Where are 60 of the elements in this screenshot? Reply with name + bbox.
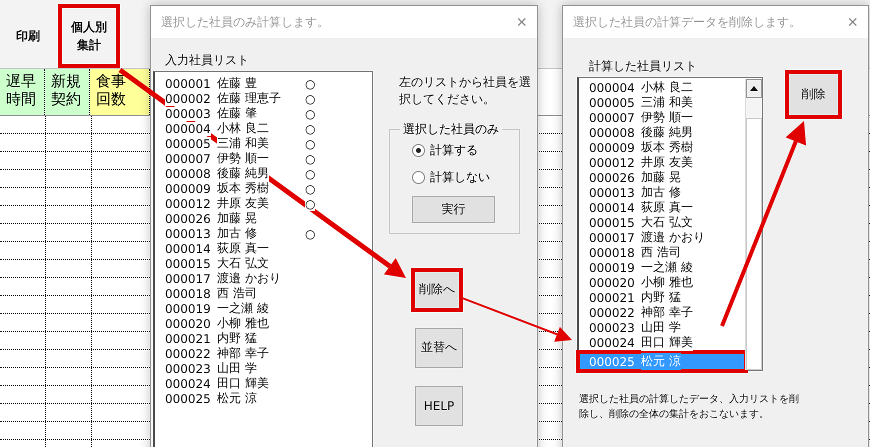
instruction-text: 左のリストから社員を選択してください。	[399, 74, 532, 108]
list-item[interactable]: 000002 佐藤 理恵子 ○	[155, 90, 372, 105]
close-button[interactable]: ×	[516, 12, 527, 32]
list-item[interactable]: 000008 後藤 純男 ○	[155, 165, 372, 180]
list-item[interactable]: 000005 三浦 和美 ○	[155, 135, 372, 150]
list-item[interactable]: 000014 荻原 真一	[155, 240, 372, 255]
description-text: 選択した社員の計算したデータ、入力リストを削除し、削除の全体の集計をおこないます。	[579, 393, 800, 422]
run-button[interactable]: 実行	[412, 196, 495, 223]
list-item[interactable]: 000024 田口 輝美	[155, 375, 372, 390]
ribbon-button[interactable]: 印刷	[4, 6, 52, 66]
list-item[interactable]: 000015 大石 弘文	[579, 214, 745, 229]
radio-label: 計算しない	[430, 168, 490, 186]
list-item[interactable]: 000013 加古 修	[579, 184, 745, 199]
list-item[interactable]: 000003 佐藤 肇 ○	[155, 105, 372, 120]
action-button[interactable]: 並替へ	[415, 328, 463, 368]
list-item[interactable]: 000017 渡邉 かおり	[579, 229, 745, 244]
list-item[interactable]: 000014 荻原 真一	[579, 199, 745, 214]
list-item[interactable]: 000021 内野 猛	[155, 330, 372, 345]
list-item[interactable]: 000005 三浦 和美	[579, 94, 745, 109]
delete-button[interactable]: 削除	[787, 72, 840, 117]
action-button[interactable]: 削除へ	[413, 270, 461, 310]
list-item[interactable]: 000020 小柳 雅也	[579, 274, 745, 289]
list-item[interactable]: 000023 山田 学	[579, 319, 745, 334]
list-item[interactable]: 000008 後藤 純男	[579, 124, 745, 139]
list-item[interactable]: 000025 松元 涼	[155, 390, 372, 405]
list-item[interactable]: 000007 伊勢 順一	[579, 109, 745, 124]
close-button[interactable]: ×	[847, 12, 858, 32]
list-item[interactable]: 000009 坂本 秀樹 ○	[155, 180, 372, 195]
window-title: 選択した社員のみ計算します。	[161, 14, 329, 30]
list-item[interactable]: 000017 渡邉 かおり	[155, 270, 372, 285]
list-item[interactable]: 000021 内野 猛	[579, 289, 745, 304]
radio-label: 計算する	[430, 142, 478, 159]
list-item[interactable]: 000015 大石 弘文	[155, 255, 372, 270]
header-cell: 新規契約	[45, 69, 90, 115]
list-item[interactable]: 000022 神部 幸子	[155, 345, 372, 360]
list-item[interactable]: 000009 坂本 秀樹	[579, 139, 745, 154]
list-item[interactable]: 000019 一之瀬 綾	[579, 259, 745, 274]
action-button[interactable]: HELP	[415, 386, 463, 426]
window-title: 選択した社員の計算データを削除します。	[573, 14, 801, 30]
header-cell: 食事回数	[90, 69, 150, 115]
list-item[interactable]: 000022 神部 幸子	[579, 304, 745, 319]
ribbon-button[interactable]: 個人別集計	[60, 6, 118, 66]
list-item[interactable]: 000020 小柳 雅也	[155, 315, 372, 330]
list-item[interactable]: 000004 小林 良二 ○	[155, 120, 372, 135]
list-label: 計算した社員リスト	[589, 58, 698, 75]
list-item[interactable]: 000004 小林 良二	[579, 79, 745, 94]
list-item[interactable]: 000007 伊勢 順一 ○	[155, 150, 372, 165]
list-item[interactable]: 000012 井原 友美 ○	[155, 195, 372, 210]
group-legend: 選択した社員のみ	[400, 120, 502, 138]
header-cell: 遅早時間	[0, 69, 45, 115]
list-item[interactable]: 000018 西 浩司	[579, 244, 745, 259]
list-item[interactable]: 000026 加藤 晃	[155, 210, 372, 225]
list-item[interactable]: 000019 一之瀬 綾	[155, 300, 372, 315]
list-item[interactable]: 000018 西 浩司	[155, 285, 372, 300]
list-label: 入力社員リスト	[165, 52, 250, 69]
list-item[interactable]: 000026 加藤 晃	[579, 169, 745, 184]
list-item[interactable]: 000023 山田 学	[155, 360, 372, 375]
list-item[interactable]: 000013 加古 修 ○	[155, 225, 372, 240]
list-item[interactable]: 000012 井原 友美	[579, 154, 745, 169]
list-item[interactable]: 000024 田口 輝美	[579, 334, 745, 349]
